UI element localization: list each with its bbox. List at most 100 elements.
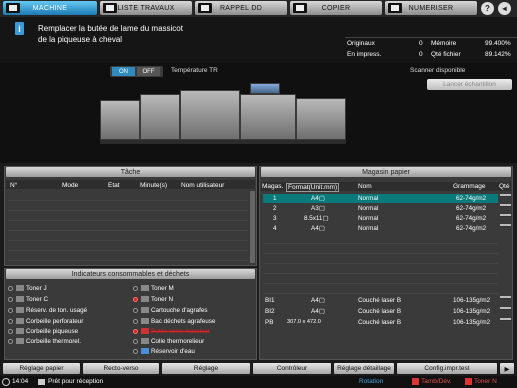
paper-feeder bbox=[296, 98, 346, 140]
printer-engine bbox=[180, 90, 240, 140]
consumable-toner-c[interactable]: Toner C bbox=[8, 296, 48, 303]
tab-scan[interactable]: NUMERISER bbox=[385, 1, 477, 15]
toggle-on[interactable]: ON bbox=[112, 67, 135, 76]
sample-button[interactable]: Lancer échantillon bbox=[427, 79, 512, 90]
col-weight: Grammage bbox=[453, 183, 486, 190]
consumable-toner-k[interactable]: Toner N bbox=[133, 296, 173, 303]
consumable-stitcher-bin[interactable]: Corbeille piqueuse bbox=[8, 328, 78, 335]
status-toner: Toner N bbox=[474, 378, 497, 385]
trimmer-icon bbox=[141, 328, 149, 335]
tab-machine[interactable]: MACHINE bbox=[3, 1, 97, 15]
clock-icon bbox=[2, 378, 10, 386]
consumables-panel bbox=[4, 268, 257, 360]
tray-row-2[interactable]: 2 A3▢ Normal 62-74g/m2 bbox=[263, 204, 498, 213]
consumable-waste-toner[interactable]: Réserv. de ton. usagé bbox=[8, 307, 87, 314]
col-mode: Mode bbox=[62, 182, 79, 189]
col-name: Nom bbox=[358, 183, 372, 190]
consumable-toner-y[interactable]: Toner J bbox=[8, 285, 47, 292]
task-list bbox=[8, 191, 248, 263]
punch-icon bbox=[16, 318, 24, 325]
tray-empty-area bbox=[263, 234, 498, 294]
tray-level-icon bbox=[500, 296, 511, 327]
originals-label: Originaux bbox=[347, 40, 375, 47]
staple-icon bbox=[141, 307, 149, 314]
tray-row-pb[interactable]: PB 307.0 x 472.0 Couché laser B 106-135g/m2 bbox=[263, 318, 498, 327]
tray-row-bi2[interactable]: BI2 A4▢ Couché laser B 106-135g/m2 bbox=[263, 307, 498, 316]
tab-setting[interactable]: Réglage bbox=[162, 363, 250, 374]
col-user: Nom utilisateur bbox=[181, 182, 225, 189]
col-minutes: Minute(s) bbox=[140, 182, 168, 189]
alert-dot-icon bbox=[133, 296, 138, 302]
tab-duplex[interactable]: Recto-verso bbox=[83, 363, 159, 374]
memory-label: Mémoire bbox=[431, 40, 457, 47]
col-number: N° bbox=[10, 182, 18, 189]
memory-value: 99.400% bbox=[485, 40, 511, 47]
tab-copy[interactable]: COPIER bbox=[290, 1, 382, 15]
consumable-toner-m[interactable]: Toner M bbox=[133, 285, 174, 292]
help-icon[interactable]: ? bbox=[481, 2, 494, 15]
water-icon bbox=[141, 348, 149, 355]
next-arrow-icon[interactable]: ▶ bbox=[500, 363, 514, 374]
waste-icon bbox=[16, 307, 24, 314]
tab-recall[interactable]: RAPPEL DD bbox=[195, 1, 287, 15]
toner-alert-icon bbox=[465, 378, 472, 385]
copy-icon bbox=[293, 3, 307, 13]
printing-value: 0 bbox=[419, 51, 423, 58]
alert-message: Remplacer la butée de lame du massicot de… bbox=[38, 24, 183, 44]
tab-job-list[interactable]: LISTE TRAVAUX bbox=[100, 1, 192, 15]
hdd-value: 89.142% bbox=[485, 51, 511, 58]
toner-icon bbox=[16, 285, 24, 292]
temperature-toggle[interactable]: ON OFF bbox=[110, 66, 163, 77]
status-rotation: Rotation bbox=[359, 378, 384, 385]
task-scrollbar[interactable] bbox=[250, 191, 255, 263]
printer-body bbox=[240, 94, 296, 140]
col-format[interactable]: Format(Unit.mm) bbox=[286, 183, 340, 192]
tray-level-icon bbox=[500, 194, 511, 234]
volume-icon[interactable]: ◂ bbox=[498, 2, 511, 15]
tab-paper-setting[interactable]: Réglage papier bbox=[3, 363, 80, 374]
originals-value: 0 bbox=[419, 40, 423, 47]
status-drum: Tamb/Dév. bbox=[421, 378, 452, 385]
alert-dot-icon bbox=[133, 328, 138, 334]
col-tray: Magas. bbox=[262, 183, 284, 190]
paper-title: Magasin papier bbox=[261, 167, 511, 177]
info-icon: i bbox=[15, 22, 24, 35]
status-dot-icon bbox=[8, 285, 13, 291]
toggle-off[interactable]: OFF bbox=[137, 67, 160, 76]
col-qty: Qté bbox=[499, 183, 510, 190]
col-state: Etat bbox=[108, 182, 120, 189]
counter-panel: Originaux 0 Mémoire 99.400% En impress. … bbox=[345, 37, 517, 61]
hdd-icon bbox=[198, 3, 212, 13]
consumable-staple-waste[interactable]: Bac déchets agrafeuse bbox=[133, 318, 215, 325]
consumable-staple-cartridge[interactable]: Cartouche d'agrafes bbox=[133, 307, 208, 314]
consumable-punch-bin[interactable]: Corbeille perforateur bbox=[8, 318, 83, 325]
consumable-binder-bin[interactable]: Corbeille thermorel. bbox=[8, 338, 81, 345]
scanner-unit bbox=[250, 83, 280, 94]
list-icon bbox=[103, 3, 117, 13]
toner-icon bbox=[141, 285, 149, 292]
hdd-label: Qté fichier bbox=[431, 51, 461, 58]
stitcher-icon bbox=[16, 328, 24, 335]
tray-row-bi1[interactable]: BI1 A4▢ Couché laser B 106-135g/m2 bbox=[263, 296, 498, 305]
finisher-unit bbox=[100, 100, 140, 140]
tray-row-4[interactable]: 4 A4▢ Normal 62-74g/m2 bbox=[263, 224, 498, 233]
toner-icon bbox=[141, 296, 149, 303]
consumable-water-tank[interactable]: Réservoir d'eau bbox=[133, 348, 195, 355]
machine-icon bbox=[6, 3, 20, 13]
consumables-title: Indicateurs consommables et déchets bbox=[6, 269, 255, 279]
consumable-trimmer-stopper[interactable]: Butée lame massicot bbox=[133, 328, 209, 335]
tray-row-3[interactable]: 3 8.5x11▢ Normal 62-74g/m2 bbox=[263, 214, 498, 223]
tab-test-print-config[interactable]: Config.impr.test bbox=[397, 363, 497, 374]
glue-icon bbox=[141, 338, 149, 345]
tab-detailed-setting[interactable]: Réglage détaillage bbox=[334, 363, 394, 374]
drum-icon bbox=[412, 378, 419, 385]
tray-row-1[interactable]: 1 A4▢ Normal 62-74g/m2 bbox=[263, 194, 498, 203]
task-title: Tâche bbox=[6, 167, 255, 177]
printer-illustration bbox=[100, 80, 348, 155]
toner-icon bbox=[16, 296, 24, 303]
tab-controller[interactable]: Contrôleur bbox=[253, 363, 331, 374]
scan-icon bbox=[388, 3, 402, 13]
binder-icon bbox=[16, 338, 24, 345]
status-bar: 14:04 Prêt pour réception Rotation Tamb/… bbox=[0, 376, 517, 388]
consumable-binder-glue[interactable]: Colle thermorelieur bbox=[133, 338, 204, 345]
